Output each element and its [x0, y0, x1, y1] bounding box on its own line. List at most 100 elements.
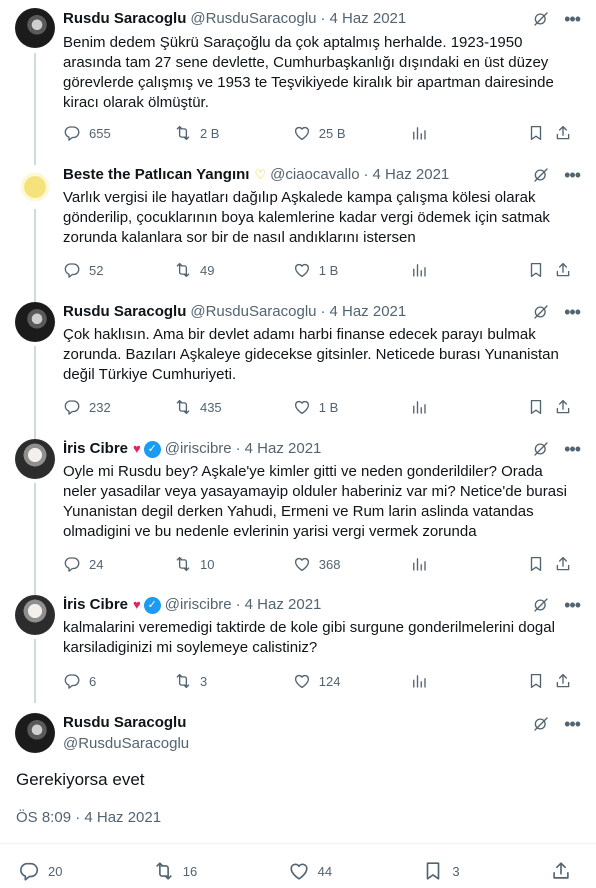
views-button[interactable] [410, 398, 527, 416]
bookmark-icon [527, 555, 545, 573]
retweet-button[interactable]: 3 [174, 672, 293, 690]
like-button[interactable]: 44 [288, 860, 332, 882]
author-handle[interactable]: @iriscibre [165, 439, 232, 459]
author-handle[interactable]: @ciaocavallo [270, 165, 359, 185]
reply-button[interactable]: 52 [63, 261, 174, 279]
share-button[interactable] [554, 672, 580, 690]
tweet[interactable]: Beste the Patlıcan Yangını ♡ @ciaocavall… [0, 165, 596, 302]
bookmark-icon [527, 398, 545, 416]
reply-button[interactable]: 655 [63, 124, 174, 142]
avatar[interactable] [15, 302, 55, 342]
share-button[interactable] [554, 261, 580, 279]
retweet-button[interactable]: 435 [174, 398, 293, 416]
like-icon [293, 124, 311, 142]
reply-button[interactable]: 6 [63, 672, 174, 690]
retweet-button[interactable]: 10 [174, 555, 293, 573]
author-handle[interactable]: @RusduSaracoglu [190, 9, 316, 29]
author-name[interactable]: Rusdu Saracoglu [63, 714, 186, 731]
author-handle[interactable]: @RusduSaracoglu [190, 302, 316, 322]
reply-button[interactable]: 232 [63, 398, 174, 416]
heart-badge-icon: ♡ [254, 167, 267, 182]
tweet-date[interactable]: 4 Haz 2021 [373, 165, 450, 185]
separator: · [235, 440, 241, 457]
grok-icon[interactable] [532, 166, 550, 184]
views-button[interactable] [410, 555, 527, 573]
like-button[interactable]: 124 [293, 672, 410, 690]
grok-icon[interactable] [532, 440, 550, 458]
tweet-timestamp[interactable]: ÖS 8:09 · 4 Haz 2021 [16, 809, 161, 826]
share-button[interactable] [550, 860, 580, 882]
tweet-header: Rusdu Saracoglu @RusduSaracoglu · 4 Haz … [63, 302, 526, 322]
like-button[interactable]: 368 [293, 555, 410, 573]
author-handle[interactable]: @RusduSaracoglu [63, 735, 189, 752]
grok-icon[interactable] [532, 303, 550, 321]
avatar[interactable] [15, 8, 55, 48]
bookmark-button[interactable] [527, 555, 555, 573]
tweet-header: Beste the Patlıcan Yangını ♡ @ciaocavall… [63, 165, 526, 185]
author-name[interactable]: İris Cibre [63, 595, 128, 615]
like-count: 124 [318, 673, 341, 689]
share-button[interactable] [554, 124, 580, 142]
grok-icon[interactable] [532, 715, 550, 733]
more-icon[interactable]: ••• [564, 303, 581, 321]
tweet[interactable]: İris Cibre ♥ ✓ @iriscibre · 4 Haz 2021 •… [0, 439, 596, 595]
grok-icon[interactable] [532, 10, 550, 28]
tweet-date[interactable]: 4 Haz 2021 [330, 302, 407, 322]
bookmark-icon [422, 860, 444, 882]
bookmark-icon [527, 672, 545, 690]
retweet-button[interactable]: 16 [153, 860, 197, 882]
more-icon[interactable]: ••• [564, 596, 581, 614]
more-icon[interactable]: ••• [564, 440, 581, 458]
bookmark-button[interactable]: 3 [422, 860, 460, 882]
tweet[interactable]: Rusdu Saracoglu @RusduSaracoglu · 4 Haz … [0, 0, 596, 165]
bookmark-button[interactable] [527, 261, 555, 279]
views-button[interactable] [410, 672, 527, 690]
tweet-date[interactable]: 4 Haz 2021 [330, 9, 407, 29]
views-button[interactable] [410, 124, 527, 142]
tweet[interactable]: Rusdu Saracoglu @RusduSaracoglu · 4 Haz … [0, 302, 596, 439]
share-icon [554, 672, 572, 690]
views-button[interactable] [410, 261, 527, 279]
bookmark-icon [527, 261, 545, 279]
avatar[interactable] [15, 165, 55, 205]
tweet[interactable]: İris Cibre ♥ ✓ @iriscibre · 4 Haz 2021 •… [0, 595, 596, 703]
avatar[interactable] [15, 713, 55, 753]
reply-count: 6 [89, 673, 97, 689]
tweet-actions: 24 10 368 [63, 554, 580, 574]
bookmark-button[interactable] [527, 398, 555, 416]
author-name[interactable]: Rusdu Saracoglu [63, 302, 186, 322]
like-button[interactable]: 25 B [293, 124, 410, 142]
retweet-icon [174, 124, 192, 142]
author-name[interactable]: Rusdu Saracoglu [63, 9, 186, 29]
bookmark-count: 3 [452, 863, 460, 879]
avatar[interactable] [15, 439, 55, 479]
like-icon [293, 261, 311, 279]
retweet-button[interactable]: 2 B [174, 124, 293, 142]
reply-button[interactable]: 24 [63, 555, 174, 573]
like-button[interactable]: 1 B [293, 398, 410, 416]
retweet-button[interactable]: 49 [174, 261, 293, 279]
bookmark-button[interactable] [527, 124, 555, 142]
more-icon[interactable]: ••• [564, 715, 581, 733]
author-handle[interactable]: @iriscibre [165, 595, 232, 615]
share-button[interactable] [554, 555, 580, 573]
reply-button[interactable]: 20 [18, 860, 62, 882]
tweet-actions: 20 16 44 3 [18, 860, 580, 882]
avatar[interactable] [15, 595, 55, 635]
like-button[interactable]: 1 B [293, 261, 410, 279]
tweet-date[interactable]: 4 Haz 2021 [245, 595, 322, 615]
retweet-icon [174, 672, 192, 690]
tweet-actions: 232 435 1 B [63, 397, 580, 417]
separator: · [235, 596, 241, 613]
author-name[interactable]: İris Cibre [63, 439, 128, 459]
bookmark-button[interactable] [527, 672, 555, 690]
like-icon [288, 860, 310, 882]
more-icon[interactable]: ••• [564, 166, 581, 184]
views-icon [410, 555, 428, 573]
author-name[interactable]: Beste the Patlıcan Yangını [63, 165, 249, 185]
more-icon[interactable]: ••• [564, 10, 581, 28]
share-button[interactable] [554, 398, 580, 416]
tweet-date[interactable]: 4 Haz 2021 [245, 439, 322, 459]
share-icon [550, 860, 572, 882]
grok-icon[interactable] [532, 596, 550, 614]
